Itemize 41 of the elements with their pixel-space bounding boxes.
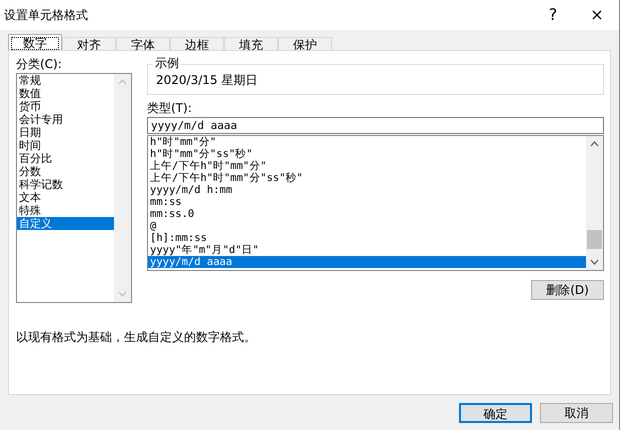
window-title: 设置单元格格式 (4, 7, 89, 24)
list-item[interactable]: 数值 (17, 87, 114, 100)
list-item[interactable]: 上午/下午h"时"mm"分" (148, 160, 586, 172)
list-item[interactable]: 常规 (17, 74, 114, 87)
list-item[interactable]: yyyy"年"m"月"d"日" (148, 244, 586, 256)
type-label: 类型(T): (147, 101, 193, 115)
list-item[interactable]: 上午/下午h"时"mm"分"ss"秒" (148, 172, 586, 184)
help-button[interactable]: ? (531, 3, 575, 27)
type-input-field[interactable]: yyyy/m/d aaaa (147, 117, 604, 134)
scroll-down-icon[interactable] (590, 259, 599, 265)
dialog-button[interactable]: 取消 (540, 403, 613, 423)
list-item[interactable]: 货币 (17, 100, 114, 113)
category-list[interactable]: 常规 数值 货币 会计专用 日期 时间 百分比 分数 科学记数 文本 特殊 自定义 (16, 73, 132, 303)
dialog-button[interactable]: 确定 (459, 403, 532, 423)
list-item[interactable]: [h]:mm:ss (148, 232, 586, 244)
list-item[interactable]: 时间 (17, 139, 114, 152)
list-item[interactable]: yyyy/m/d aaaa (148, 256, 586, 268)
list-item[interactable]: h"时"mm"分" (148, 136, 586, 148)
list-item[interactable]: @ (148, 220, 586, 232)
list-item[interactable]: 会计专用 (17, 113, 114, 126)
list-item[interactable]: mm:ss.0 (148, 208, 586, 220)
delete-button[interactable]: 删除(D) (531, 280, 604, 300)
description-text: 以现有格式为基础，生成自定义的数字格式。 (16, 329, 256, 346)
scroll-thumb[interactable] (587, 230, 602, 249)
list-item[interactable]: 特殊 (17, 204, 114, 217)
scroll-up-icon[interactable] (590, 141, 599, 147)
close-button[interactable]: × (575, 3, 619, 27)
list-item[interactable]: yyyy/m/d h:mm (148, 184, 586, 196)
sample-value: 2020/3/15 星期日 (156, 72, 258, 89)
list-item[interactable]: mm:ss (148, 196, 586, 208)
list-item[interactable]: 科学记数 (17, 178, 114, 191)
scrollbar[interactable] (586, 136, 603, 270)
list-item[interactable]: 自定义 (17, 217, 114, 230)
list-item[interactable]: 文本 (17, 191, 114, 204)
list-item[interactable]: 分数 (17, 165, 114, 178)
list-item[interactable]: 日期 (17, 126, 114, 139)
sample-label: 示例 (153, 56, 181, 70)
category-label: 分类(C): (16, 57, 63, 71)
list-item[interactable]: 百分比 (17, 152, 114, 165)
list-item[interactable]: h"时"mm"分"ss"秒" (148, 148, 586, 160)
format-list[interactable]: h"时"mm"分" h"时"mm"分"ss"秒" 上午/下午h"时"mm"分" 上午/下午h"时"mm"分"ss"秒" yyyy/m/d h:mm mm:ss mm:ss.0 @ [h]:mm:ss yyyy"年"m"月"d"日" yyyy/m/d aaaa (147, 135, 604, 271)
